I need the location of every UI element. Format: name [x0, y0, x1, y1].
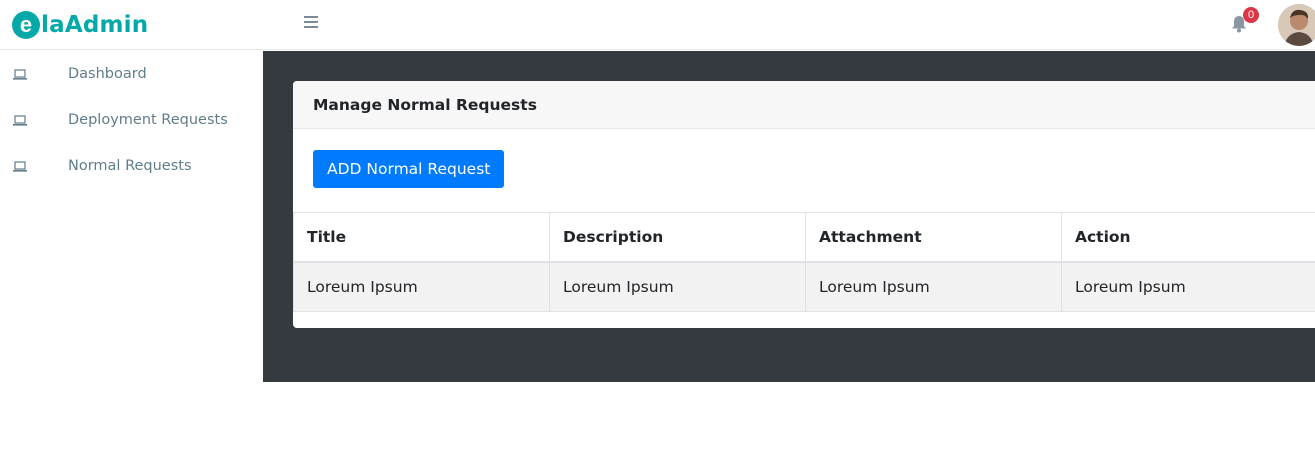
laptop-icon — [12, 114, 28, 126]
table-row[interactable]: Loreum Ipsum Loreum Ipsum Loreum Ipsum L… — [293, 261, 1315, 312]
logo-text-la: la — [41, 12, 65, 38]
sidebar-item-deployment-requests[interactable]: Deployment Requests — [0, 100, 263, 140]
laptop-icon — [12, 68, 28, 80]
cell-attachment: Loreum Ipsum — [805, 261, 1062, 312]
laptop-icon — [12, 160, 28, 172]
cell-title: Loreum Ipsum — [293, 261, 550, 312]
table-header-row: Title Description Attachment Action — [293, 212, 1315, 263]
requests-table: Title Description Attachment Action Lore… — [293, 212, 1315, 312]
top-header: e laAdmin 0 — [0, 0, 1315, 50]
sidebar: Dashboard Deployment Requests Normal Req… — [0, 51, 263, 382]
page-title: Manage Normal Requests — [313, 95, 537, 114]
sidebar-item-label: Deployment Requests — [68, 112, 228, 128]
cell-action[interactable]: Loreum Ipsum — [1061, 261, 1315, 312]
add-normal-request-button[interactable]: ADD Normal Request — [313, 150, 505, 188]
column-header-action[interactable]: Action — [1061, 212, 1315, 263]
notification-badge: 0 — [1243, 7, 1259, 23]
column-header-attachment[interactable]: Attachment — [805, 212, 1062, 263]
logo-text: laAdmin — [41, 12, 148, 38]
logo-text-admin: Admin — [64, 12, 149, 38]
column-header-title[interactable]: Title — [293, 212, 550, 263]
card-header: Manage Normal Requests — [293, 81, 1315, 129]
logo-initial: e — [12, 11, 40, 39]
sidebar-item-normal-requests[interactable]: Normal Requests — [0, 146, 263, 186]
column-header-description[interactable]: Description — [549, 212, 806, 263]
content-area: Manage Normal Requests ADD Normal Reques… — [263, 51, 1315, 382]
sidebar-item-dashboard[interactable]: Dashboard — [0, 54, 263, 94]
hamburger-icon[interactable] — [304, 16, 320, 30]
requests-card: Manage Normal Requests ADD Normal Reques… — [293, 81, 1315, 328]
avatar[interactable] — [1278, 4, 1315, 46]
sidebar-item-label: Normal Requests — [68, 158, 192, 174]
cell-description: Loreum Ipsum — [549, 261, 806, 312]
logo[interactable]: e laAdmin — [12, 8, 148, 42]
sidebar-item-label: Dashboard — [68, 66, 147, 82]
